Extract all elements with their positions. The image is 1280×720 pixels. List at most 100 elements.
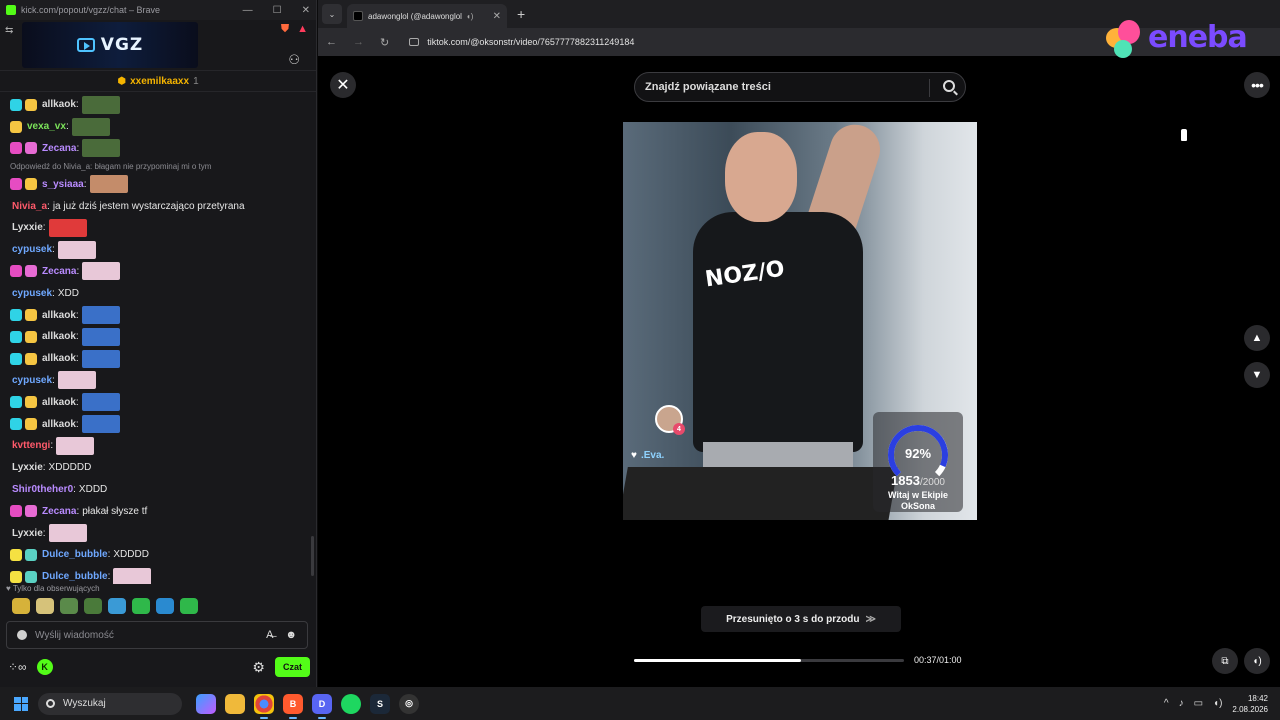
taskbar-search[interactable]: Wyszukaj [38, 692, 182, 715]
emote-image[interactable] [48, 218, 87, 237]
chat-username[interactable]: Dulce_bubble [42, 571, 108, 582]
chrome-icon[interactable] [254, 693, 274, 719]
gear-icon[interactable]: ⚙ [252, 659, 265, 676]
tab-audio-icon[interactable]: ◖) [466, 12, 474, 21]
emote-image[interactable] [57, 240, 96, 259]
emote-image[interactable] [81, 415, 120, 434]
chat-username[interactable]: vexa_vx [27, 121, 66, 132]
volume-button[interactable]: ◖) [1244, 648, 1270, 674]
tab-close-icon[interactable]: ✕ [493, 11, 501, 22]
emoji-icon[interactable]: ☻ [285, 629, 297, 641]
new-tab-icon[interactable]: + [517, 6, 525, 22]
url-field[interactable]: tiktok.com/@oksonstr/video/7657777882311… [409, 37, 634, 47]
more-options-button[interactable]: ••• [1244, 72, 1270, 98]
back-arrow-icon[interactable]: ← [326, 36, 337, 48]
chat-username[interactable]: allkaok [42, 353, 76, 364]
chat-username[interactable]: Nivia_a [12, 201, 47, 212]
chat-username[interactable]: Dulce_bubble [42, 549, 108, 560]
chat-username[interactable]: allkaok [42, 419, 76, 430]
pinned-gift-bar[interactable]: ⬢ xxemilkaaxx 1 [0, 70, 316, 92]
maximize-icon[interactable]: ☐ [273, 5, 282, 16]
emote-image[interactable] [57, 371, 96, 390]
chat-username[interactable]: Zecana [42, 143, 76, 154]
chat-username[interactable]: Lyxxie [12, 222, 43, 233]
kick-coin-icon[interactable]: K [36, 659, 53, 675]
chat-username[interactable]: Zecana [42, 266, 76, 277]
copilot-icon[interactable] [196, 693, 216, 714]
tray-overflow-icon[interactable]: ^ [1164, 698, 1169, 709]
chat-username[interactable]: Zecana [42, 506, 76, 517]
emote-image[interactable] [81, 349, 120, 368]
brave-shield-icon[interactable]: ⛊ [281, 23, 289, 36]
chat-username[interactable]: Lyxxie [12, 528, 43, 539]
chat-scrollbar-thumb[interactable] [311, 536, 314, 576]
translate-icon[interactable]: A̶ [266, 629, 273, 641]
chat-identity-icon[interactable] [17, 630, 27, 640]
emote-image[interactable] [81, 95, 120, 114]
emote-image[interactable] [81, 327, 120, 346]
related-search-input[interactable]: Znajdź powiązane treści [634, 72, 966, 102]
video-frame[interactable]: NOZ/O 4 ♥ .Eva. 92% 1853/2000 Witaj w Eki… [623, 122, 977, 520]
brave-icon[interactable]: B [283, 693, 303, 719]
emote-quick[interactable] [12, 598, 30, 614]
steam-icon[interactable]: S [370, 693, 390, 714]
chat-username[interactable]: cypusek [12, 244, 52, 255]
network-icon[interactable]: ▭ [1194, 698, 1203, 709]
chat-send-button[interactable]: Czat [274, 657, 310, 677]
chat-scrollbar[interactable] [311, 96, 315, 576]
emote-image[interactable] [81, 306, 120, 325]
forward-arrow-icon[interactable]: → [353, 36, 364, 48]
previous-video-button[interactable]: ▲ [1244, 325, 1270, 351]
chat-message-input[interactable]: Wyślij wiadomość A̶ ☻ [6, 621, 308, 649]
emote-quick[interactable] [180, 598, 198, 614]
next-video-button[interactable]: ▼ [1244, 362, 1270, 388]
chat-username[interactable]: allkaok [42, 397, 76, 408]
close-window-icon[interactable]: ✕ [302, 5, 310, 16]
emote-image[interactable] [89, 175, 128, 194]
emote-quick[interactable] [84, 598, 102, 614]
emote-quick[interactable] [36, 598, 54, 614]
obs-icon[interactable]: ◎ [399, 693, 419, 714]
windows-start-icon[interactable] [14, 696, 28, 711]
chat-username[interactable]: Shir0theher0 [12, 484, 73, 495]
eneba-ad[interactable]: eneba [1104, 14, 1248, 60]
emote-image[interactable] [56, 436, 95, 455]
chat-username[interactable]: s_ysiaaa [42, 179, 84, 190]
close-video-button[interactable]: ✕ [330, 72, 356, 98]
site-info-icon[interactable] [409, 38, 420, 46]
user-settings-icon[interactable]: ⚇ [288, 52, 300, 68]
emote-image[interactable] [48, 524, 87, 543]
chat-links-icon[interactable]: ⁘∞ [8, 660, 27, 674]
chat-username[interactable]: cypusek [12, 375, 52, 386]
search-icon[interactable] [943, 80, 955, 92]
emote-image[interactable] [82, 262, 121, 281]
chat-username[interactable]: allkaok [42, 331, 76, 342]
emote-image[interactable] [81, 393, 120, 412]
picture-in-picture-button[interactable]: ⧉ [1212, 648, 1238, 674]
chat-username[interactable]: allkaok [42, 310, 76, 321]
emote-quick[interactable] [108, 598, 126, 614]
chat-username[interactable]: kvttengi [12, 440, 50, 451]
video-progress-bar[interactable] [634, 659, 904, 662]
emote-quick[interactable] [60, 598, 78, 614]
tab-search-icon[interactable]: ⌄ [322, 4, 342, 24]
file-explorer-icon[interactable] [225, 693, 245, 714]
spotify-icon[interactable] [341, 693, 361, 714]
emote-quick[interactable] [156, 598, 174, 614]
brave-rewards-icon[interactable]: ▲ [297, 23, 308, 36]
chat-username[interactable]: cypusek [12, 288, 52, 299]
emote-quick[interactable] [132, 598, 150, 614]
minimize-icon[interactable]: — [243, 5, 253, 16]
chat-username[interactable]: Lyxxie [12, 462, 43, 473]
tune-icon[interactable]: ⇆ [5, 25, 13, 36]
reload-icon[interactable]: ↻ [380, 36, 389, 49]
tab-tiktok[interactable]: adawonglol (@adawonglol ◖) ✕ [347, 4, 507, 28]
emote-image[interactable] [71, 117, 110, 136]
emote-image[interactable] [82, 139, 121, 158]
taskbar-clock[interactable]: 18:42 2.08.2026 [1232, 693, 1268, 715]
discord-icon[interactable]: D [312, 693, 332, 719]
chat-username[interactable]: allkaok [42, 99, 76, 110]
speaker-icon[interactable]: ◖) [1213, 698, 1222, 709]
microphone-icon[interactable]: ♪ [1179, 698, 1184, 709]
emote-image[interactable] [113, 567, 152, 584]
